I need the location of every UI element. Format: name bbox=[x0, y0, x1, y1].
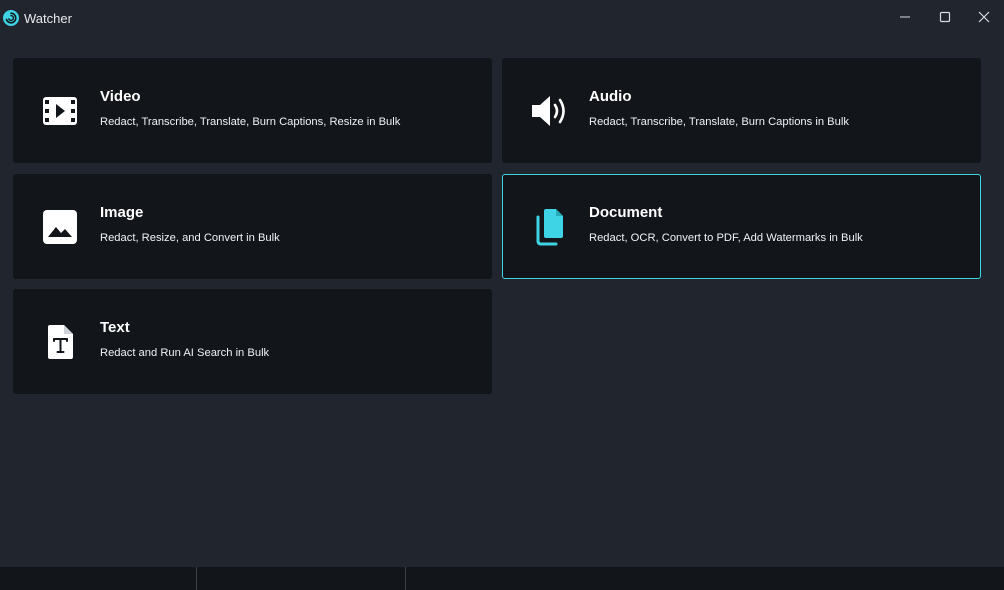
maximize-button[interactable] bbox=[925, 5, 965, 33]
card-image[interactable]: Image Redact, Resize, and Convert in Bul… bbox=[13, 174, 492, 279]
status-segment bbox=[197, 567, 405, 590]
card-description: Redact and Run AI Search in Bulk bbox=[100, 347, 270, 359]
card-description: Redact, Resize, and Convert in Bulk bbox=[100, 232, 280, 244]
image-icon bbox=[41, 208, 79, 246]
title-bar: Watcher bbox=[0, 0, 1004, 38]
watcher-logo-icon bbox=[3, 10, 19, 26]
card-text[interactable]: Text Redact and Run AI Search in Bulk bbox=[13, 289, 492, 394]
card-title: Image bbox=[100, 204, 144, 221]
card-description: Redact, Transcribe, Translate, Burn Capt… bbox=[589, 116, 849, 128]
card-audio[interactable]: Audio Redact, Transcribe, Translate, Bur… bbox=[502, 58, 981, 163]
card-title: Text bbox=[100, 319, 130, 336]
maximize-icon bbox=[939, 10, 951, 28]
card-title: Video bbox=[100, 88, 141, 105]
speaker-icon bbox=[530, 92, 568, 130]
app-title: Watcher bbox=[24, 11, 72, 26]
card-video[interactable]: Video Redact, Transcribe, Translate, Bur… bbox=[13, 58, 492, 163]
minimize-icon bbox=[899, 10, 911, 28]
minimize-button[interactable] bbox=[885, 5, 925, 33]
card-title: Audio bbox=[589, 88, 632, 105]
close-button[interactable] bbox=[964, 5, 1004, 33]
card-title: Document bbox=[589, 204, 663, 221]
text-file-icon bbox=[41, 323, 79, 361]
close-icon bbox=[978, 10, 990, 28]
card-description: Redact, Transcribe, Translate, Burn Capt… bbox=[100, 116, 401, 128]
status-segment bbox=[0, 567, 196, 590]
film-icon bbox=[41, 92, 79, 130]
documents-icon bbox=[530, 208, 568, 246]
card-document[interactable]: Document Redact, OCR, Convert to PDF, Ad… bbox=[502, 174, 981, 279]
status-segment bbox=[406, 567, 1004, 590]
card-description: Redact, OCR, Convert to PDF, Add Waterma… bbox=[589, 232, 863, 244]
status-bar bbox=[0, 567, 1004, 590]
